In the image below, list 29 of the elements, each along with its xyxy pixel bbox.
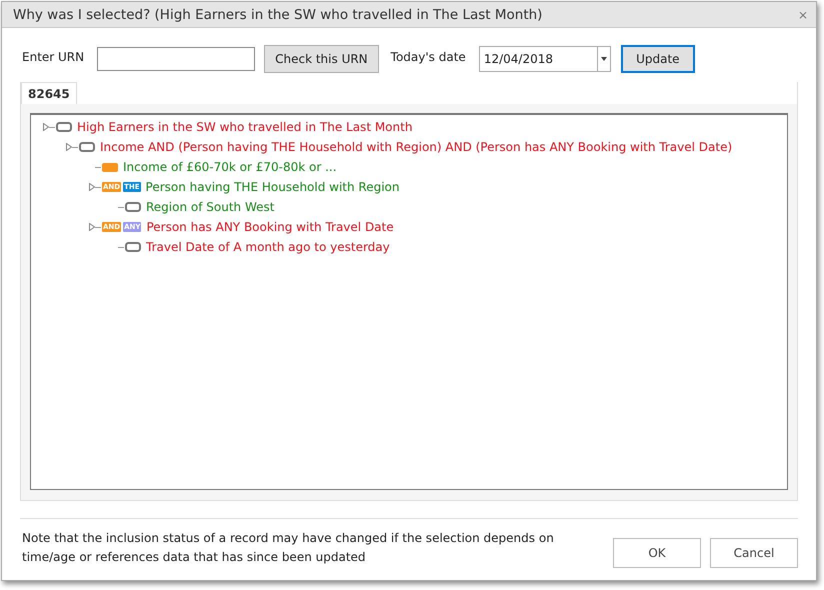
bracket-icon xyxy=(56,122,72,132)
note-text: Note that the inclusion status of a record may have changed if the selection depends on time/age or references data that has since been updated xyxy=(22,530,555,566)
tree-item[interactable]: Travel Date of A month ago to yesterday xyxy=(146,240,390,254)
expander-icon[interactable] xyxy=(43,123,49,131)
date-label: Today's date xyxy=(390,50,466,64)
tree-item[interactable]: Income of £60-70k or £70-80k or ... xyxy=(123,160,337,174)
expander-icon[interactable] xyxy=(89,183,95,191)
expander-icon[interactable] xyxy=(66,143,72,151)
check-urn-button[interactable]: Check this URN xyxy=(264,45,379,73)
dialog-button[interactable]: Cancel xyxy=(710,538,798,568)
urn-label: Enter URN xyxy=(22,50,84,64)
dropdown-caret-icon xyxy=(600,57,607,61)
urn-input-field[interactable] xyxy=(97,47,256,71)
tree-item[interactable]: Income AND (Person having THE Household with Region) AND (Person has ANY Booking with Travel Date) xyxy=(100,140,732,154)
tree-item[interactable]: High Earners in the SW who travelled in The Last Month xyxy=(77,120,412,134)
update-button[interactable]: Update xyxy=(620,45,695,73)
close-button[interactable]: × xyxy=(796,8,810,22)
block-icon xyxy=(102,162,118,172)
window-title: Why was I selected? (High Earners in the SW who travelled in The Last Month) xyxy=(13,6,542,22)
dialog-button[interactable]: OK xyxy=(613,538,701,568)
bracket-icon xyxy=(125,242,141,252)
tab[interactable]: 82645 xyxy=(21,82,77,104)
tree-item[interactable]: Region of South West xyxy=(146,200,274,214)
date-field[interactable]: 12/04/2018 xyxy=(478,46,611,72)
tree-item[interactable]: Person having THE Household with Region xyxy=(146,180,400,194)
tree-item[interactable]: Person has ANY Booking with Travel Date xyxy=(146,220,394,234)
bracket-icon xyxy=(125,202,141,212)
bracket-icon xyxy=(79,142,95,152)
expander-icon[interactable] xyxy=(89,223,95,231)
